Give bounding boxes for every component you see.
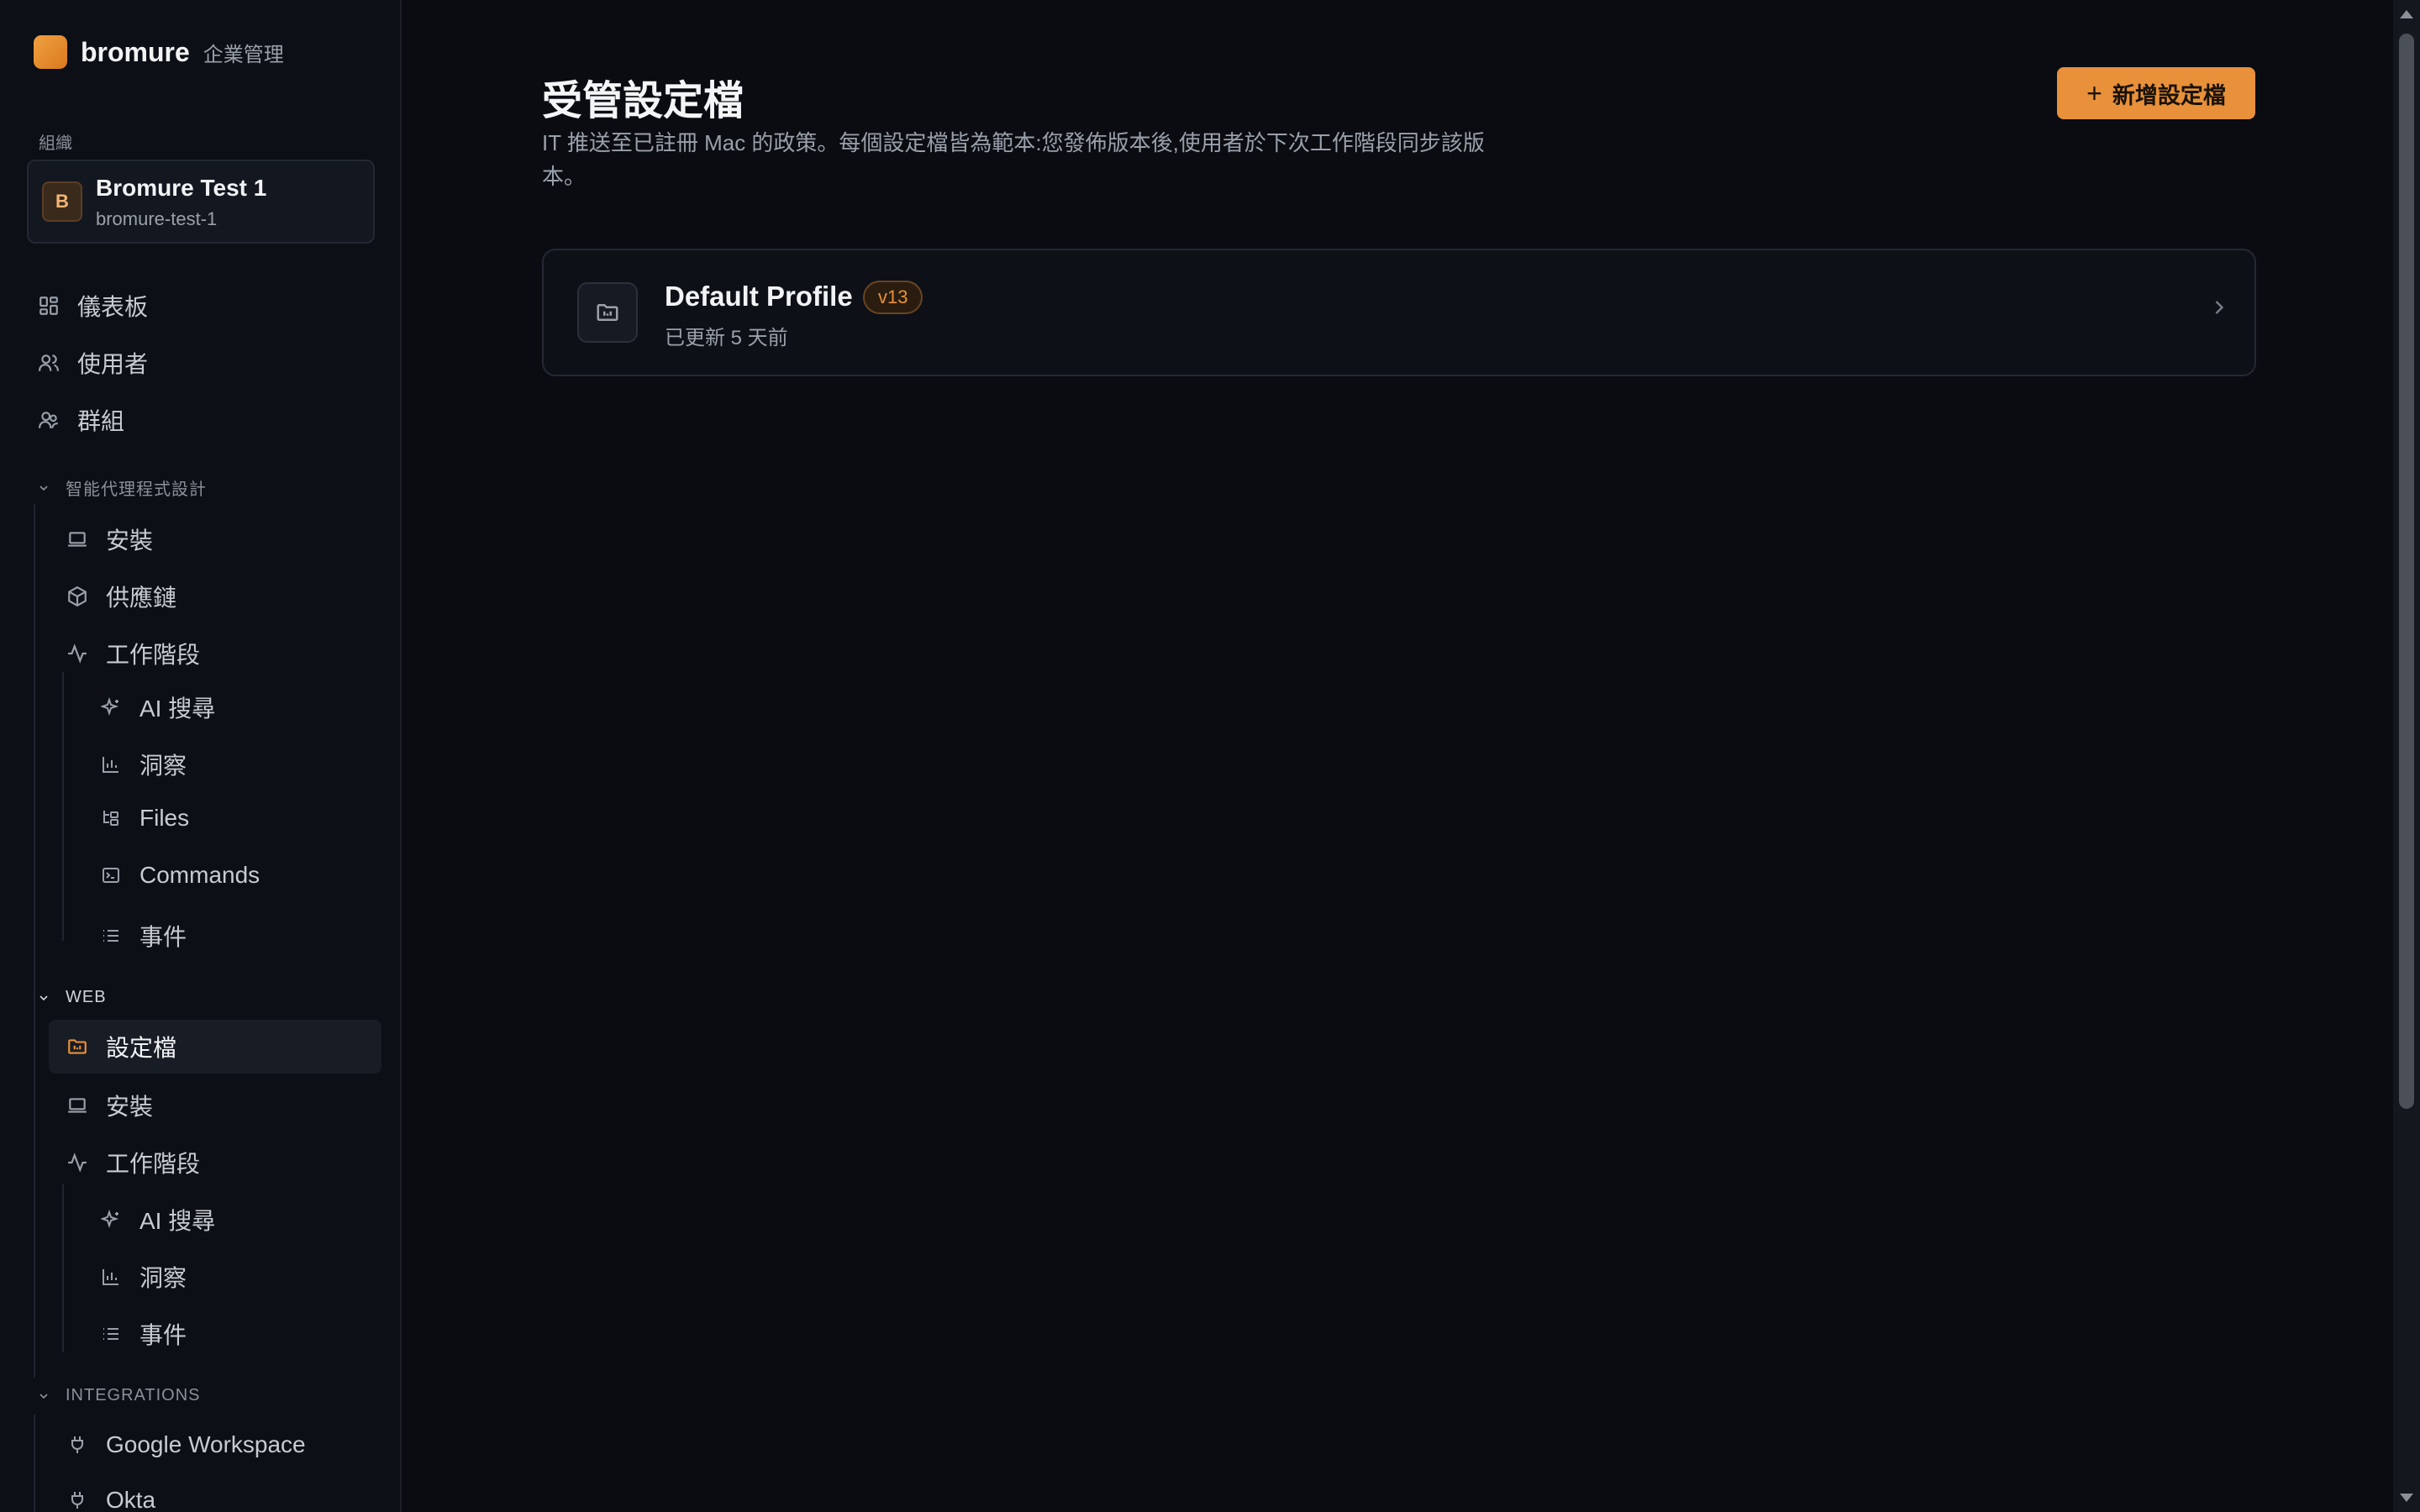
- folder-profile-icon: [66, 1035, 89, 1058]
- version-badge: v13: [863, 281, 923, 314]
- brand-subtitle: 企業管理: [203, 43, 284, 66]
- folder-tree-icon: [99, 806, 123, 830]
- nav-web-events[interactable]: 事件: [99, 1317, 187, 1351]
- nav-label: 事件: [139, 924, 187, 950]
- org-name: Bromure Test 1: [96, 175, 267, 201]
- brand-name: bromure: [81, 36, 190, 67]
- nav-label: 洞察: [139, 753, 187, 779]
- nav-agent-sessions[interactable]: 工作階段: [66, 637, 200, 670]
- nav-google-workspace[interactable]: Google Workspace: [66, 1431, 306, 1458]
- nav-web-install[interactable]: 安裝: [66, 1089, 153, 1122]
- tree-line: [34, 1415, 35, 1512]
- folder-profile-icon: [577, 282, 638, 343]
- bar-chart-icon: [99, 1265, 123, 1289]
- nav-label: 設定檔: [106, 1035, 177, 1061]
- nav-label: Okta: [106, 1487, 156, 1512]
- org-switcher[interactable]: B Bromure Test 1 bromure-test-1: [27, 160, 375, 244]
- org-slug: bromure-test-1: [96, 208, 218, 229]
- tree-line: [62, 672, 64, 941]
- chevron-down-icon: [37, 1388, 54, 1404]
- scroll-down-arrow[interactable]: [2400, 1494, 2413, 1502]
- plug-icon: [66, 1433, 89, 1457]
- terminal-icon: [99, 864, 123, 887]
- nav-label: Files: [139, 805, 190, 831]
- tree-line: [34, 504, 35, 1378]
- sparkles-icon: [99, 1208, 123, 1231]
- laptop-icon: [66, 1094, 89, 1117]
- dashboard-icon: [37, 294, 60, 318]
- nav-label: 供應鏈: [106, 585, 177, 611]
- main-content: 受管設定檔 IT 推送至已註冊 Mac 的政策。每個設定檔皆為範本:您發佈版本後…: [402, 0, 2393, 1512]
- nav-label: 使用者: [77, 351, 149, 377]
- org-section-label: 組織: [39, 134, 72, 153]
- activity-icon: [66, 1151, 89, 1174]
- profile-card[interactable]: Default Profile v13 已更新 5 天前: [542, 249, 2256, 376]
- nav-label: AI 搜尋: [139, 696, 216, 722]
- package-icon: [66, 585, 89, 608]
- users-icon: [37, 408, 60, 432]
- group-toggle-integrations[interactable]: INTEGRATIONS: [37, 1386, 201, 1405]
- brand-logo: [34, 35, 67, 69]
- nav-label: 安裝: [106, 1094, 154, 1120]
- bar-chart-icon: [99, 753, 123, 776]
- nav-label: 工作階段: [106, 1151, 201, 1177]
- group-title: WEB: [66, 988, 107, 1006]
- nav-agent-commands[interactable]: Commands: [99, 862, 260, 889]
- nav-web-ai-search[interactable]: AI 搜尋: [99, 1203, 215, 1236]
- new-profile-label: 新增設定檔: [2112, 82, 2226, 108]
- nav-label: 儀表板: [77, 294, 149, 320]
- group-title: INTEGRATIONS: [66, 1386, 201, 1404]
- activity-icon: [66, 642, 89, 665]
- list-icon: [99, 924, 123, 948]
- nav-label: 事件: [139, 1322, 187, 1348]
- nav-web-insights[interactable]: 洞察: [99, 1260, 187, 1294]
- nav-supply-chain[interactable]: 供應鏈: [66, 580, 176, 613]
- nav-agent-insights[interactable]: 洞察: [99, 748, 187, 781]
- list-icon: [99, 1322, 123, 1346]
- scroll-up-arrow[interactable]: [2400, 10, 2413, 18]
- nav-agent-files[interactable]: Files: [99, 805, 189, 832]
- nav-label: 洞察: [139, 1265, 187, 1291]
- org-avatar: B: [42, 181, 82, 222]
- nav-label: Commands: [139, 862, 260, 888]
- scrollbar[interactable]: [2393, 0, 2420, 1512]
- nav-label: Google Workspace: [106, 1431, 306, 1457]
- chevron-down-icon: [37, 480, 54, 496]
- page-description: IT 推送至已註冊 Mac 的政策。每個設定檔皆為範本:您發佈版本後,使用者於下…: [542, 130, 1485, 189]
- brand[interactable]: bromure 企業管理: [34, 35, 284, 69]
- nav-label: 安裝: [106, 528, 154, 554]
- nav-agent-events[interactable]: 事件: [99, 919, 187, 953]
- nav-label: 工作階段: [106, 642, 201, 668]
- nav-label: AI 搜尋: [139, 1208, 216, 1234]
- group-title: 智能代理程式設計: [66, 480, 207, 499]
- nav-agent-install[interactable]: 安裝: [66, 522, 153, 556]
- group-toggle-web[interactable]: WEB: [37, 988, 107, 1007]
- nav-web-sessions[interactable]: 工作階段: [66, 1146, 200, 1179]
- nav-groups[interactable]: 群組: [37, 403, 124, 437]
- nav-okta[interactable]: Okta: [66, 1487, 155, 1512]
- nav-dashboard[interactable]: 儀表板: [37, 289, 148, 323]
- sparkles-icon: [99, 696, 123, 719]
- new-profile-button[interactable]: + 新增設定檔: [2057, 67, 2255, 119]
- nav-users[interactable]: 使用者: [37, 346, 148, 380]
- nav-agent-ai-search[interactable]: AI 搜尋: [99, 690, 215, 724]
- user-icon: [37, 351, 60, 375]
- sidebar: bromure 企業管理 組織 B Bromure Test 1 bromure…: [0, 0, 402, 1512]
- scroll-thumb[interactable]: [2399, 34, 2414, 1109]
- nav-label: 群組: [77, 408, 125, 434]
- profile-updated: 已更新 5 天前: [665, 327, 788, 349]
- laptop-icon: [66, 528, 89, 551]
- group-toggle-agent[interactable]: 智能代理程式設計: [37, 475, 207, 500]
- plug-icon: [66, 1488, 89, 1512]
- page-title: 受管設定檔: [542, 79, 744, 123]
- chevron-right-icon: [2207, 296, 2231, 323]
- chevron-down-icon: [37, 990, 54, 1006]
- tree-line: [62, 1184, 64, 1352]
- nav-web-profiles[interactable]: 設定檔: [49, 1020, 381, 1074]
- plus-icon: +: [2086, 78, 2102, 108]
- profile-name: Default Profile: [665, 281, 853, 312]
